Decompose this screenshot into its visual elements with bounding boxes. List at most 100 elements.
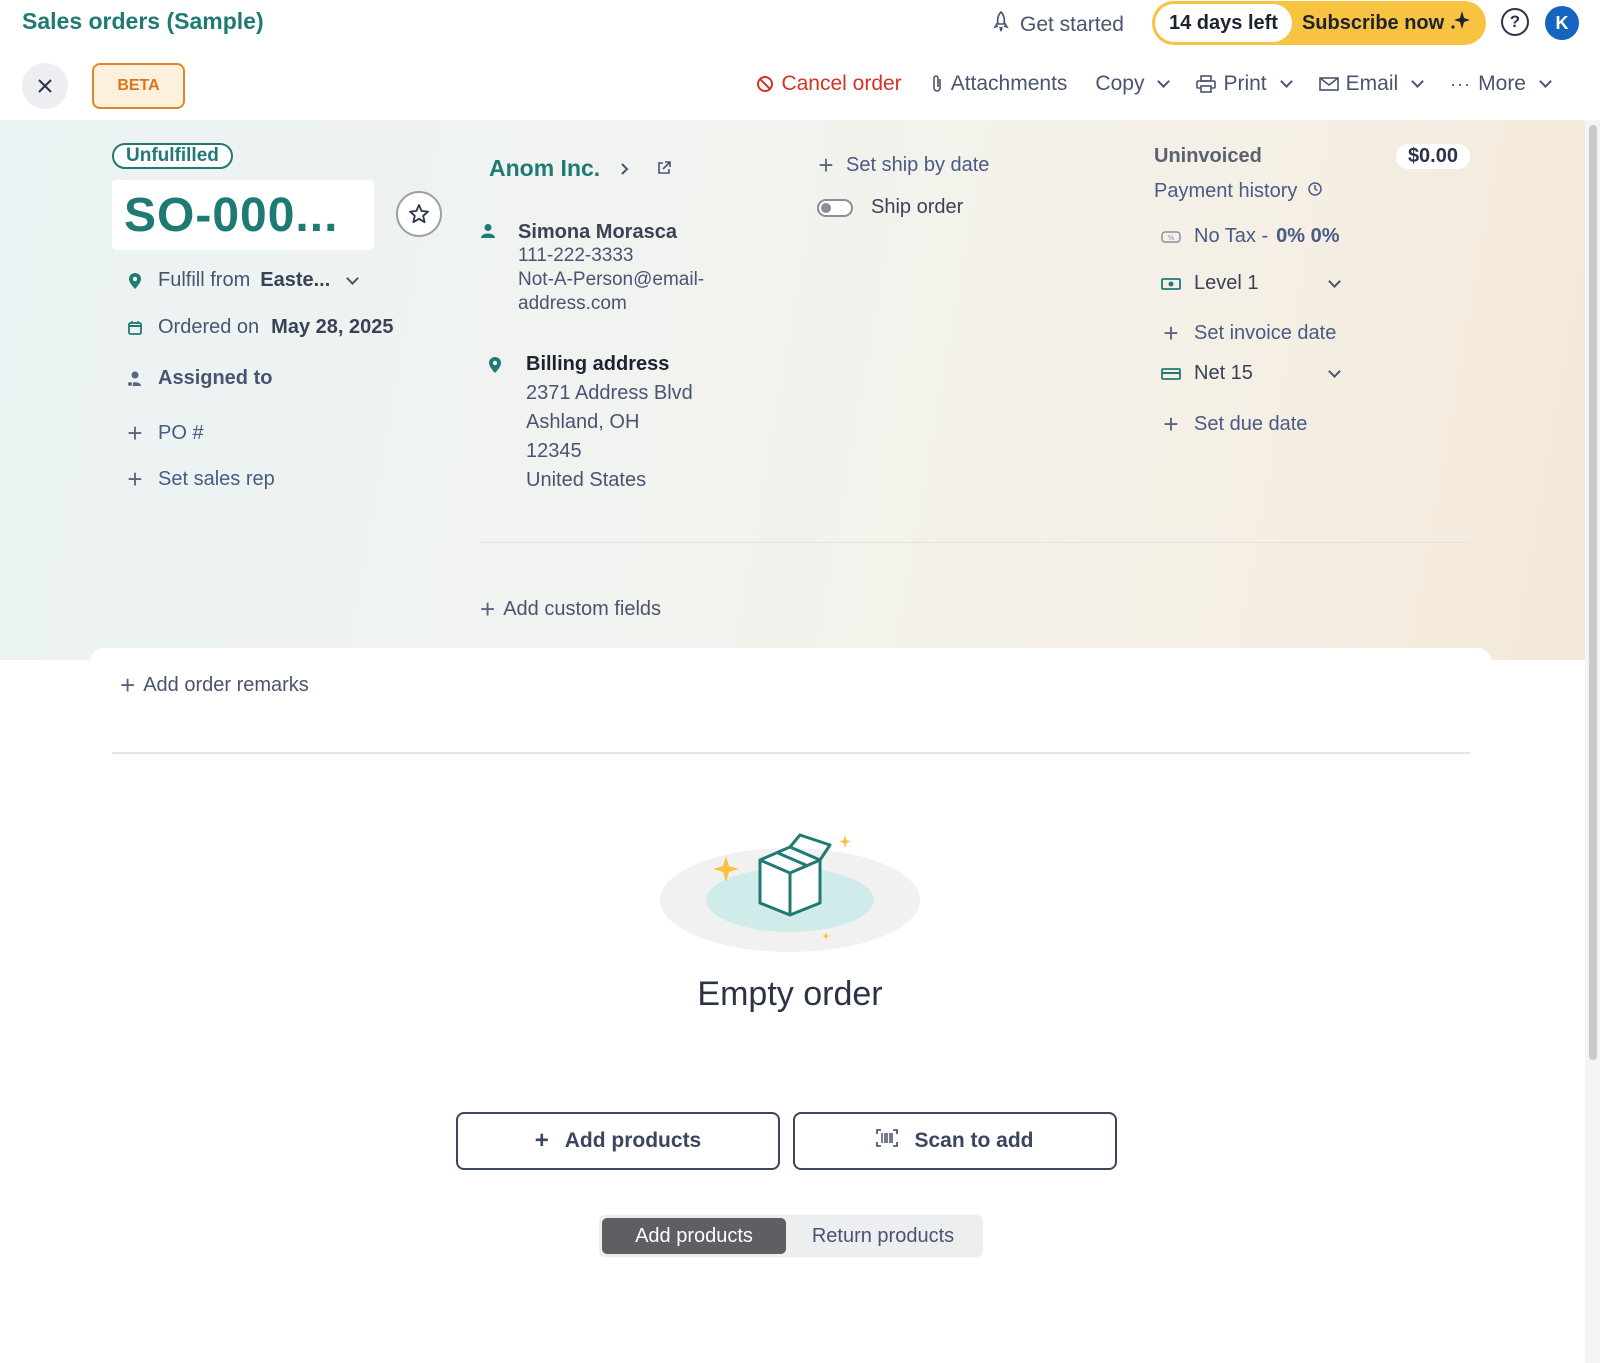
ship-order-label: Ship order — [871, 196, 964, 218]
add-order-remarks-button[interactable]: + Add order remarks — [120, 670, 309, 701]
empty-box-illustration — [660, 815, 920, 960]
envelope-icon — [1318, 77, 1339, 91]
clock-icon — [1307, 180, 1323, 203]
add-custom-fields-button[interactable]: + Add custom fields — [480, 594, 661, 625]
rocket-icon — [990, 10, 1012, 40]
trial-days-left: 14 days left — [1155, 4, 1292, 42]
product-mode-toggle[interactable]: Add products Return products — [599, 1215, 983, 1257]
segment-return-products[interactable]: Return products — [786, 1218, 980, 1254]
chevron-down-icon — [1157, 75, 1171, 88]
money-icon — [1148, 277, 1194, 291]
billing-address-line2: Ashland, OH — [526, 411, 640, 433]
copy-dropdown[interactable]: Copy — [1095, 72, 1171, 96]
subscribe-button[interactable]: Subscribe now — [1292, 9, 1483, 37]
get-started-link[interactable]: Get started — [990, 10, 1124, 40]
chevron-down-icon — [1279, 75, 1293, 88]
close-icon — [38, 79, 52, 93]
print-dropdown[interactable]: Print — [1196, 72, 1293, 96]
plus-icon: + — [1163, 318, 1179, 348]
billing-address-line4: United States — [526, 469, 647, 491]
plus-icon: + — [120, 670, 136, 700]
tax-value: 0% 0% — [1276, 225, 1340, 247]
tax-tag-icon: % — [1148, 230, 1194, 244]
add-products-label: Add products — [564, 1129, 702, 1152]
invoice-status-row: Uninvoiced $0.00 — [1154, 144, 1470, 169]
payment-terms-select[interactable]: Net 15 — [1148, 362, 1341, 385]
more-dropdown[interactable]: ··· More — [1450, 72, 1552, 96]
contact-email-line2[interactable]: address.com — [518, 292, 704, 316]
due-date-button[interactable]: + Set due date — [1148, 409, 1307, 440]
paperclip-icon — [932, 75, 941, 92]
print-label: Print — [1223, 72, 1267, 95]
tax-row[interactable]: % No Tax - 0% 0% — [1148, 225, 1339, 248]
ship-order-toggle-row[interactable]: Ship order — [812, 196, 963, 219]
email-label: Email — [1345, 72, 1399, 95]
ship-by-date-button[interactable]: + Set ship by date — [806, 150, 989, 181]
location-pin-icon — [488, 350, 526, 495]
plus-icon: + — [127, 418, 143, 448]
contact-phone[interactable]: 111-222-3333 — [518, 244, 704, 268]
ship-by-date-label: Set ship by date — [846, 154, 990, 176]
ordered-on-row[interactable]: Ordered on May 28, 2025 — [112, 316, 394, 339]
fulfill-from-row[interactable]: Fulfill from Easte... — [112, 269, 360, 292]
remarks-divider — [112, 752, 1470, 754]
billing-address-title: Billing address — [526, 353, 670, 375]
ship-order-toggle[interactable] — [817, 198, 853, 217]
calendar-icon — [112, 320, 158, 336]
contact-name: Simona Morasca — [518, 221, 677, 243]
scan-to-add-label: Scan to add — [914, 1129, 1034, 1152]
plus-icon: + — [818, 150, 834, 180]
external-link-icon[interactable] — [656, 155, 672, 182]
po-number-label: PO # — [158, 422, 204, 444]
chevron-down-icon — [1411, 75, 1425, 88]
billing-address-line3: 12345 — [526, 440, 582, 462]
cancel-order-label: Cancel order — [781, 72, 902, 95]
help-icon[interactable]: ? — [1501, 8, 1529, 36]
plus-icon: + — [534, 1127, 549, 1154]
fulfill-from-label: Fulfill from — [158, 269, 251, 291]
payment-history-link[interactable]: Payment history — [1154, 180, 1323, 203]
invoice-date-label: Set invoice date — [1194, 322, 1337, 344]
invoice-date-button[interactable]: + Set invoice date — [1148, 318, 1336, 349]
email-dropdown[interactable]: Email — [1318, 72, 1425, 96]
close-button[interactable] — [22, 63, 68, 109]
scan-to-add-button[interactable]: Scan to add — [793, 1112, 1117, 1170]
app-title[interactable]: Sales orders (Sample) — [22, 8, 264, 35]
beta-badge[interactable]: BETA — [92, 63, 185, 109]
user-avatar[interactable]: K — [1545, 6, 1579, 40]
empty-order-title: Empty order — [697, 975, 883, 1013]
location-pin-icon — [112, 272, 158, 290]
assigned-to-row[interactable]: Assigned to — [112, 367, 272, 390]
sales-rep-row[interactable]: + Set sales rep — [112, 464, 274, 495]
section-divider — [480, 542, 1470, 543]
trial-banner[interactable]: 14 days left Subscribe now — [1152, 1, 1486, 45]
assigned-to-label: Assigned to — [158, 367, 273, 389]
chevron-right-icon — [620, 155, 630, 182]
billing-address-line1: 2371 Address Blvd — [526, 382, 693, 404]
chevron-down-icon — [346, 271, 360, 285]
due-date-label: Set due date — [1194, 413, 1308, 435]
tax-label: No Tax - — [1194, 225, 1269, 247]
pricing-level-select[interactable]: Level 1 — [1148, 272, 1341, 295]
billing-address-block[interactable]: Billing address 2371 Address Blvd Ashlan… — [488, 350, 693, 495]
subscribe-label: Subscribe now — [1301, 11, 1445, 34]
ellipsis-icon: ··· — [1450, 73, 1472, 94]
add-products-button[interactable]: + Add products — [456, 1112, 780, 1170]
customer-name-link[interactable]: Anom Inc. — [489, 155, 672, 182]
get-started-label: Get started — [1020, 13, 1124, 36]
payment-history-label: Payment history — [1154, 180, 1298, 202]
contact-email-line1[interactable]: Not-A-Person@email- — [518, 268, 704, 292]
attachments-label: Attachments — [950, 72, 1068, 95]
fulfillment-status-badge[interactable]: Unfulfilled — [112, 143, 233, 169]
cancel-order-button[interactable]: Cancel order — [756, 72, 902, 96]
order-number[interactable]: SO-000... — [112, 180, 374, 250]
po-number-row[interactable]: + PO # — [112, 418, 204, 449]
segment-add-products[interactable]: Add products — [602, 1218, 786, 1254]
add-order-remarks-label: Add order remarks — [143, 674, 309, 696]
invoice-amount: $0.00 — [1395, 144, 1470, 169]
barcode-icon — [876, 1129, 899, 1153]
chevron-down-icon — [1539, 75, 1552, 88]
scrollbar-thumb[interactable] — [1589, 125, 1597, 1060]
favorite-button[interactable] — [396, 191, 442, 237]
attachments-button[interactable]: Attachments — [930, 72, 1068, 96]
